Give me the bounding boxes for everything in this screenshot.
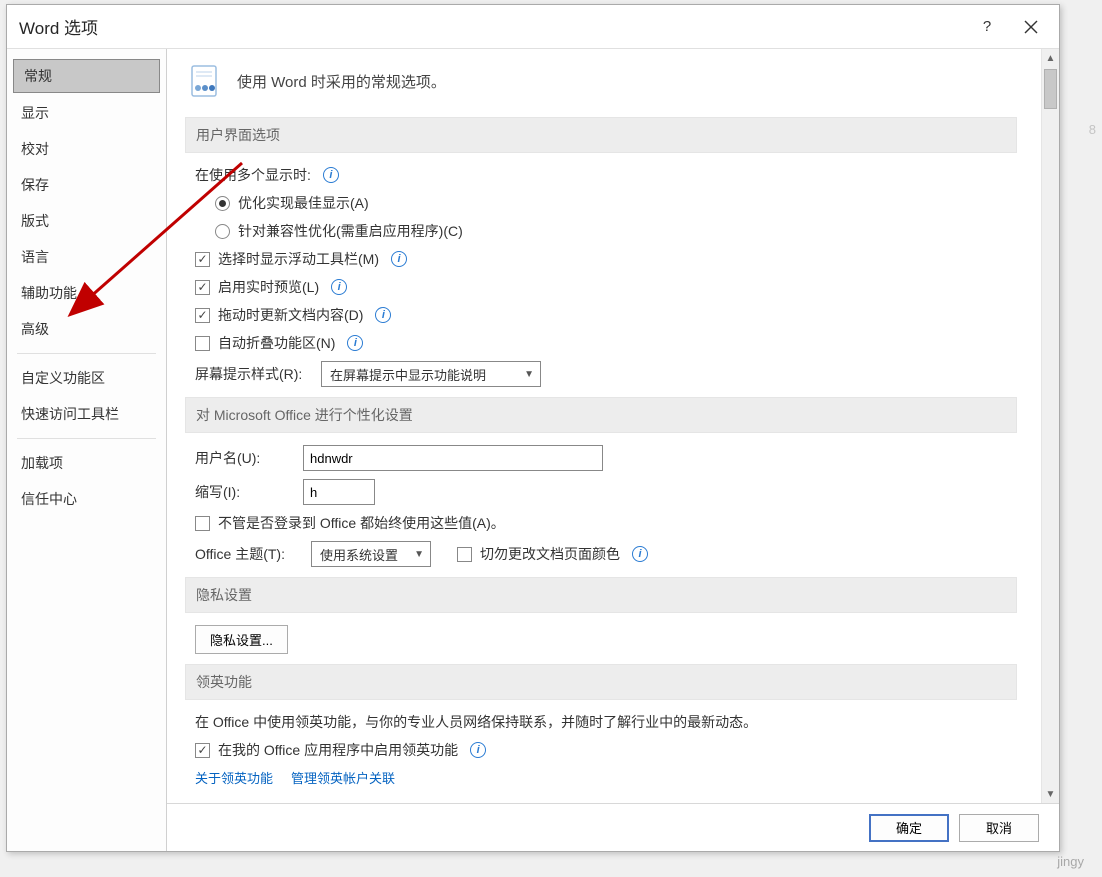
checkbox-enable-linkedin-label: 在我的 Office 应用程序中启用领英功能 xyxy=(218,740,458,760)
scroll-up-arrow-icon[interactable]: ▲ xyxy=(1042,49,1059,67)
checkbox-mini-toolbar-label: 选择时显示浮动工具栏(M) xyxy=(218,249,379,269)
checkbox-update-on-drag[interactable] xyxy=(195,308,210,323)
sidebar-item-general[interactable]: 常规 xyxy=(13,59,160,93)
initials-label: 缩写(I): xyxy=(195,482,295,502)
office-theme-label: Office 主题(T): xyxy=(195,544,303,564)
vertical-scrollbar[interactable]: ▲ ▼ xyxy=(1041,49,1059,803)
radio-optimize-compat[interactable] xyxy=(215,224,230,239)
checkbox-always-use-values-label: 不管是否登录到 Office 都始终使用这些值(A)。 xyxy=(218,513,505,533)
screentip-style-dropdown[interactable]: 在屏幕提示中显示功能说明 ▼ xyxy=(321,361,541,387)
checkbox-update-on-drag-label: 拖动时更新文档内容(D) xyxy=(218,305,363,325)
sidebar-item-advanced[interactable]: 高级 xyxy=(7,311,166,347)
checkbox-keep-page-color-label: 切勿更改文档页面颜色 xyxy=(480,544,620,564)
cancel-button[interactable]: 取消 xyxy=(959,814,1039,842)
dialog-footer: 确定 取消 xyxy=(167,803,1059,851)
info-icon[interactable]: i xyxy=(470,742,486,758)
info-icon[interactable]: i xyxy=(632,546,648,562)
info-icon[interactable]: i xyxy=(331,279,347,295)
radio-optimize-compat-label: 针对兼容性优化(需重启应用程序)(C) xyxy=(238,221,463,241)
sidebar-item-customize-ribbon[interactable]: 自定义功能区 xyxy=(7,360,166,396)
screentip-style-value: 在屏幕提示中显示功能说明 xyxy=(330,365,486,384)
checkbox-live-preview[interactable] xyxy=(195,280,210,295)
page-heading: 使用 Word 时采用的常规选项。 xyxy=(185,63,1017,99)
section-linkedin: 领英功能 xyxy=(185,664,1017,700)
sidebar-item-layout[interactable]: 版式 xyxy=(7,203,166,239)
linkedin-desc: 在 Office 中使用领英功能，与你的专业人员网络保持联系，并随时了解行业中的… xyxy=(195,712,757,732)
sidebar-separator xyxy=(17,353,156,354)
checkbox-live-preview-label: 启用实时预览(L) xyxy=(218,277,319,297)
privacy-settings-button[interactable]: 隐私设置... xyxy=(195,625,288,654)
sidebar-item-accessibility[interactable]: 辅助功能 xyxy=(7,275,166,311)
scroll-thumb[interactable] xyxy=(1044,69,1057,109)
info-icon[interactable]: i xyxy=(347,335,363,351)
sidebar-item-trust-center[interactable]: 信任中心 xyxy=(7,481,166,517)
background-text: 8 xyxy=(1089,122,1096,137)
section-ui-options: 用户界面选项 xyxy=(185,117,1017,153)
sidebar: 常规 显示 校对 保存 版式 语言 辅助功能 高级 自定义功能区 快速访问工具栏… xyxy=(7,49,167,851)
checkbox-collapse-ribbon[interactable] xyxy=(195,336,210,351)
chevron-down-icon: ▼ xyxy=(524,369,534,380)
content-wrap: 使用 Word 时采用的常规选项。 用户界面选项 在使用多个显示时: i 优化实… xyxy=(167,49,1059,851)
info-icon[interactable]: i xyxy=(391,251,407,267)
info-icon[interactable]: i xyxy=(375,307,391,323)
scroll-down-arrow-icon[interactable]: ▼ xyxy=(1042,785,1059,803)
close-button[interactable] xyxy=(1009,11,1053,43)
radio-optimize-best[interactable] xyxy=(215,196,230,211)
sidebar-item-proofing[interactable]: 校对 xyxy=(7,131,166,167)
section-privacy: 隐私设置 xyxy=(185,577,1017,613)
sidebar-item-addins[interactable]: 加载项 xyxy=(7,445,166,481)
username-label: 用户名(U): xyxy=(195,448,295,468)
link-manage-linkedin[interactable]: 管理领英帐户关联 xyxy=(291,768,395,787)
sidebar-item-language[interactable]: 语言 xyxy=(7,239,166,275)
screentip-style-label: 屏幕提示样式(R): xyxy=(195,364,313,384)
checkbox-always-use-values[interactable] xyxy=(195,516,210,531)
sidebar-separator xyxy=(17,438,156,439)
content-panel: 使用 Word 时采用的常规选项。 用户界面选项 在使用多个显示时: i 优化实… xyxy=(167,49,1041,803)
sidebar-item-quick-access[interactable]: 快速访问工具栏 xyxy=(7,396,166,432)
dialog-title: Word 选项 xyxy=(19,14,965,39)
watermark: jingy xyxy=(1057,854,1084,869)
checkbox-collapse-ribbon-label: 自动折叠功能区(N) xyxy=(218,333,335,353)
sidebar-item-save[interactable]: 保存 xyxy=(7,167,166,203)
info-icon[interactable]: i xyxy=(323,167,339,183)
initials-input[interactable] xyxy=(303,479,375,505)
close-icon xyxy=(1024,20,1038,34)
titlebar: Word 选项 ? xyxy=(7,5,1059,49)
section-personalize: 对 Microsoft Office 进行个性化设置 xyxy=(185,397,1017,433)
checkbox-enable-linkedin[interactable] xyxy=(195,743,210,758)
help-button[interactable]: ? xyxy=(965,11,1009,43)
multi-display-label: 在使用多个显示时: xyxy=(195,165,311,185)
link-about-linkedin[interactable]: 关于领英功能 xyxy=(195,768,273,787)
radio-optimize-best-label: 优化实现最佳显示(A) xyxy=(238,193,369,213)
office-theme-value: 使用系统设置 xyxy=(320,545,398,564)
dialog-body: 常规 显示 校对 保存 版式 语言 辅助功能 高级 自定义功能区 快速访问工具栏… xyxy=(7,49,1059,851)
general-options-icon xyxy=(185,63,225,99)
ok-button[interactable]: 确定 xyxy=(869,814,949,842)
username-input[interactable] xyxy=(303,445,603,471)
office-theme-dropdown[interactable]: 使用系统设置 ▼ xyxy=(311,541,431,567)
sidebar-item-display[interactable]: 显示 xyxy=(7,95,166,131)
page-heading-text: 使用 Word 时采用的常规选项。 xyxy=(237,71,446,92)
word-options-dialog: Word 选项 ? 常规 显示 校对 保存 版式 语言 辅助功能 高级 自定义功… xyxy=(6,4,1060,852)
checkbox-mini-toolbar[interactable] xyxy=(195,252,210,267)
chevron-down-icon: ▼ xyxy=(414,549,424,560)
checkbox-keep-page-color[interactable] xyxy=(457,547,472,562)
